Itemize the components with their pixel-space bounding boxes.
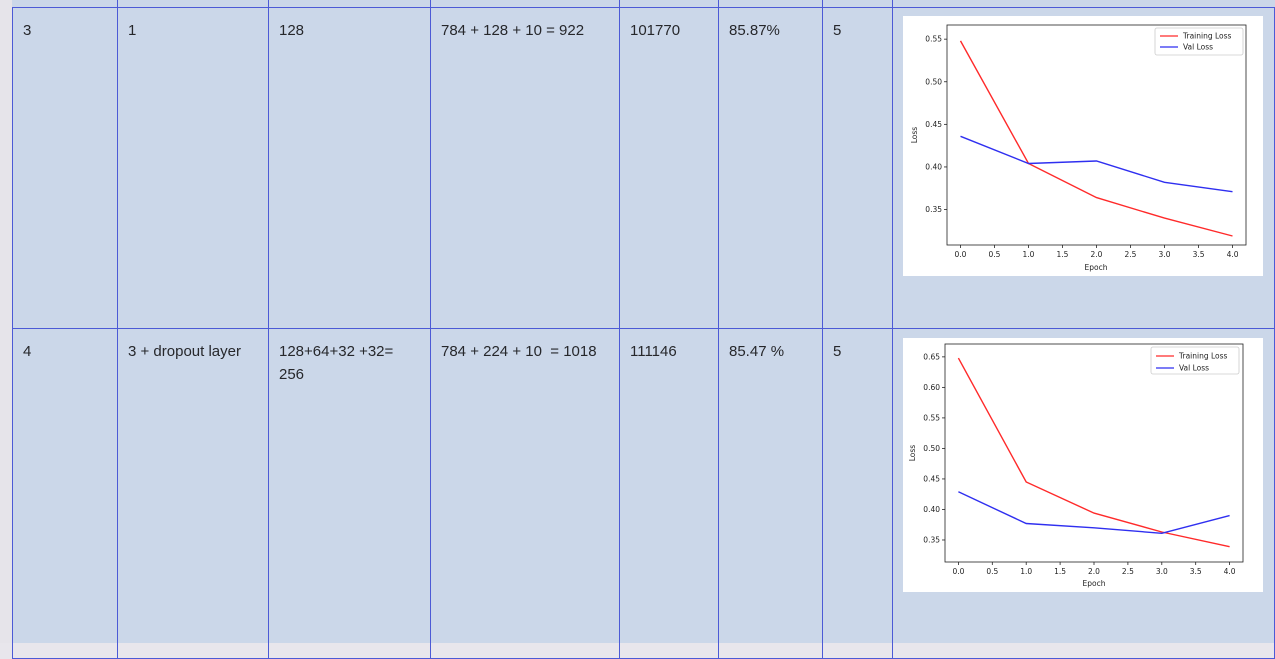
- y-tick-label: 0.50: [925, 77, 942, 86]
- cell-run: 4: [12, 328, 118, 659]
- x-tick-label: 1.5: [1054, 567, 1066, 576]
- epochs: 5: [833, 22, 842, 39]
- loss-chart: 0.35 0.40 0.45 0.50 0.55 0.0 0.5 1.0 1.5 2.0 2.5 3…: [910, 24, 1247, 272]
- run-number: 3: [23, 22, 32, 39]
- legend: Training Loss Val Loss: [1154, 27, 1244, 56]
- y-tick-label: 0.45: [923, 474, 940, 483]
- y-axis: 0.35 0.40 0.45 0.50 0.55: [925, 35, 947, 214]
- y-tick-label: 0.40: [923, 505, 940, 514]
- cell-accuracy: 85.47 %: [718, 328, 823, 659]
- x-tick-label: 1.0: [1023, 250, 1035, 259]
- y-tick-label: 0.55: [923, 413, 940, 422]
- x-axis: 0.0 0.5 1.0 1.5 2.0 2.5 3.0 3.5 4.0: [954, 245, 1239, 259]
- accuracy: 85.87%: [729, 22, 780, 39]
- results-table-container: 3 1 128 784 + 128 + 10 = 922 101770 85.8…: [12, 0, 1275, 659]
- training-loss-line: [957, 357, 1230, 548]
- cell-neurons: 128+64+32 +32= 256: [268, 328, 431, 659]
- y-tick-label: 0.35: [923, 535, 940, 544]
- training-loss-line: [959, 40, 1233, 237]
- y-tick-label: 0.35: [925, 205, 942, 214]
- y-tick-label: 0.55: [925, 35, 942, 44]
- loss-plot-image: 0.35 0.40 0.45 0.50 0.55 0.60 0.65 0.0 0.5 1.0 1.…: [903, 338, 1263, 592]
- x-axis-label: Epoch: [1085, 263, 1108, 272]
- cell-accuracy: 85.87%: [718, 7, 823, 329]
- y-axis: 0.35 0.40 0.45 0.50 0.55 0.60 0.65: [923, 352, 945, 544]
- x-tick-label: 4.0: [1227, 250, 1239, 259]
- cell-params-formula: 784 + 224 + 10 = 1018: [430, 328, 620, 659]
- neurons-line1: 128+64+32 +32=: [279, 343, 394, 360]
- cell-hidden-layers: 1: [117, 7, 269, 329]
- loss-plot-image: 0.35 0.40 0.45 0.50 0.55 0.0 0.5 1.0 1.5 2.0 2.5 3…: [903, 16, 1263, 276]
- val-loss-line: [960, 135, 1233, 193]
- x-tick-label: 2.5: [1125, 250, 1137, 259]
- neurons-line1: 128: [279, 22, 305, 39]
- cell-epochs: 5: [822, 328, 893, 659]
- cell-run: 3: [12, 7, 118, 329]
- x-tick-label: 0.0: [952, 567, 964, 576]
- series-lines: [957, 357, 1230, 548]
- plot-frame: [946, 24, 1247, 246]
- cell-epochs: 5: [822, 7, 893, 329]
- y-tick-label: 0.50: [923, 444, 940, 453]
- y-tick-label: 0.40: [925, 162, 942, 171]
- legend-training-loss: Training Loss: [1182, 32, 1232, 41]
- x-axis-label: Epoch: [1083, 579, 1106, 588]
- params-formula: 784 + 128 + 10 = 922: [441, 22, 585, 39]
- cell-params-formula: 784 + 128 + 10 = 922: [430, 7, 620, 329]
- params-total: 111146: [630, 343, 677, 360]
- x-tick-label: 3.0: [1156, 567, 1168, 576]
- legend-training-loss: Training Loss: [1178, 352, 1228, 361]
- cell-params-total: 101770: [619, 7, 719, 329]
- x-tick-label: 0.0: [954, 250, 966, 259]
- x-tick-label: 1.5: [1057, 250, 1069, 259]
- y-tick-label: 0.45: [925, 120, 942, 129]
- params-total: 101770: [630, 22, 681, 39]
- x-tick-label: 2.0: [1088, 567, 1100, 576]
- x-tick-label: 0.5: [986, 567, 998, 576]
- series-lines: [959, 40, 1233, 237]
- legend-val-loss: Val Loss: [1179, 364, 1209, 373]
- x-axis: 0.0 0.5 1.0 1.5 2.0 2.5 3.0 3.5 4.0: [952, 562, 1236, 576]
- x-tick-label: 1.0: [1020, 567, 1032, 576]
- run-number: 4: [23, 343, 32, 360]
- params-formula: 784 + 224 + 10 = 1018: [441, 343, 597, 360]
- x-tick-label: 0.5: [988, 250, 1000, 259]
- hidden-layers: 3 + dropout layer: [128, 343, 241, 360]
- x-tick-label: 2.0: [1091, 250, 1103, 259]
- cell-hidden-layers: 3 + dropout layer: [117, 328, 269, 659]
- accuracy: 85.47 %: [729, 343, 785, 360]
- legend-val-loss: Val Loss: [1183, 43, 1213, 52]
- y-axis-label: Loss: [910, 127, 919, 144]
- neurons-line2: 256: [279, 366, 305, 383]
- x-tick-label: 2.5: [1122, 567, 1134, 576]
- hidden-layers: 1: [128, 22, 137, 39]
- epochs: 5: [833, 343, 842, 360]
- y-tick-label: 0.65: [923, 352, 940, 361]
- legend: Training Loss Val Loss: [1150, 346, 1240, 375]
- x-tick-label: 4.0: [1224, 567, 1236, 576]
- cell-neurons: 128: [268, 7, 431, 329]
- y-tick-label: 0.60: [923, 383, 940, 392]
- x-tick-label: 3.5: [1193, 250, 1205, 259]
- plot-frame: [944, 343, 1244, 563]
- y-axis-label: Loss: [908, 445, 917, 462]
- x-tick-label: 3.0: [1159, 250, 1171, 259]
- cell-params-total: 111146: [619, 328, 719, 659]
- loss-chart: 0.35 0.40 0.45 0.50 0.55 0.60 0.65 0.0 0.5 1.0 1.…: [908, 343, 1244, 588]
- x-tick-label: 3.5: [1190, 567, 1202, 576]
